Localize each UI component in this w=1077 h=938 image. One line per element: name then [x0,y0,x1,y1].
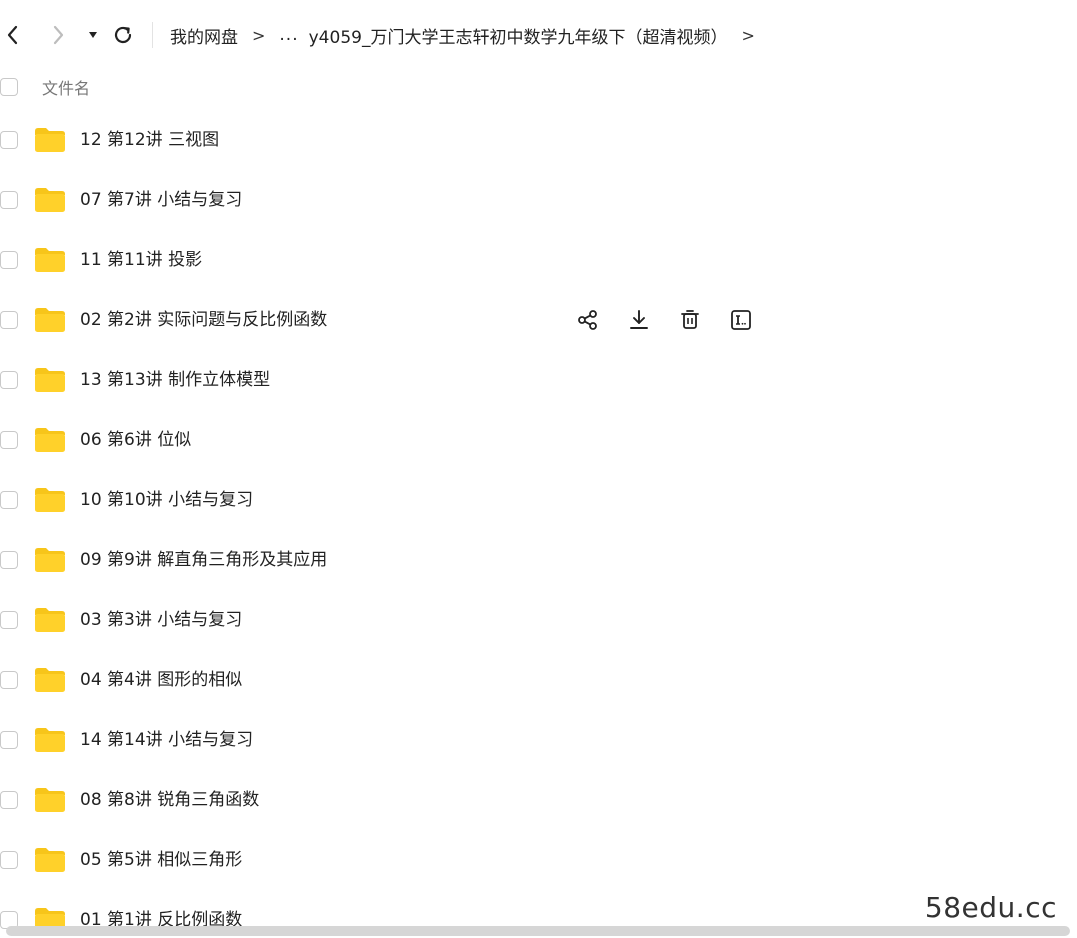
folder-icon [35,368,65,392]
folder-icon-wrapper [34,247,66,273]
row-checkbox[interactable] [0,611,18,629]
file-name[interactable]: 10 第10讲 小结与复习 [80,470,253,530]
folder-icon [35,308,65,332]
file-row[interactable]: 05 第5讲 相似三角形 [0,830,1000,890]
list-header: 文件名 [0,70,1077,104]
watermark: 58edu.cc [922,891,1059,924]
chevron-left-icon [7,25,18,45]
folder-icon [35,188,65,212]
rename-button[interactable] [727,306,755,334]
file-row[interactable]: 08 第8讲 锐角三角函数 [0,770,1000,830]
breadcrumb-ellipsis[interactable]: ... [279,25,298,45]
toolbar-divider [152,22,153,48]
folder-icon-wrapper [34,127,66,153]
row-checkbox[interactable] [0,791,18,809]
folder-icon-wrapper [34,787,66,813]
rename-icon [731,310,751,330]
row-checkbox[interactable] [0,431,18,449]
select-all-checkbox[interactable] [0,78,18,96]
share-button[interactable] [574,306,602,334]
file-name[interactable]: 04 第4讲 图形的相似 [80,650,242,710]
file-name[interactable]: 09 第9讲 解直角三角形及其应用 [80,530,327,590]
file-row[interactable]: 07 第7讲 小结与复习 [0,170,1000,230]
folder-icon-wrapper [34,547,66,573]
row-checkbox[interactable] [0,731,18,749]
folder-icon-wrapper [34,727,66,753]
file-name[interactable]: 12 第12讲 三视图 [80,110,219,170]
file-row[interactable]: 09 第9讲 解直角三角形及其应用 [0,530,1000,590]
breadcrumb-trailing-separator[interactable]: > [741,26,754,45]
file-browser-window: 我的网盘 > ... y4059_万门大学王志轩初中数学九年级下（超清视频） >… [0,0,1077,938]
file-name[interactable]: 05 第5讲 相似三角形 [80,830,242,890]
row-checkbox[interactable] [0,131,18,149]
folder-icon-wrapper [34,187,66,213]
file-name[interactable]: 02 第2讲 实际问题与反比例函数 [80,290,327,350]
folder-icon-wrapper [34,367,66,393]
toolbar: 我的网盘 > ... y4059_万门大学王志轩初中数学九年级下（超清视频） > [0,0,1077,70]
file-row[interactable]: 14 第14讲 小结与复习 [0,710,1000,770]
folder-icon [35,488,65,512]
row-checkbox[interactable] [0,311,18,329]
folder-icon [35,608,65,632]
file-row[interactable]: 03 第3讲 小结与复习 [0,590,1000,650]
file-row[interactable]: 13 第13讲 制作立体模型 [0,350,1000,410]
folder-icon-wrapper [34,427,66,453]
folder-icon-wrapper [34,307,66,333]
chevron-right-icon [53,25,64,45]
file-row[interactable]: 10 第10讲 小结与复习 [0,470,1000,530]
folder-icon-wrapper [34,607,66,633]
delete-button[interactable] [676,306,704,334]
folder-icon [35,848,65,872]
row-actions [574,307,778,333]
history-dropdown-button[interactable] [80,22,106,48]
folder-icon [35,788,65,812]
delete-icon [681,310,699,329]
file-name[interactable]: 03 第3讲 小结与复习 [80,590,242,650]
file-name[interactable]: 08 第8讲 锐角三角函数 [80,770,259,830]
folder-icon-wrapper [34,847,66,873]
folder-icon [35,428,65,452]
folder-icon [35,548,65,572]
breadcrumb: 我的网盘 > ... y4059_万门大学王志轩初中数学九年级下（超清视频） > [170,22,769,48]
row-checkbox[interactable] [0,491,18,509]
back-button[interactable] [0,22,26,48]
refresh-button[interactable] [110,22,136,48]
folder-icon [35,728,65,752]
caret-down-icon [89,32,97,38]
file-row[interactable]: 06 第6讲 位似 [0,410,1000,470]
folder-icon-wrapper [34,667,66,693]
file-name[interactable]: 06 第6讲 位似 [80,410,191,470]
row-checkbox[interactable] [0,851,18,869]
breadcrumb-separator: > [252,25,266,45]
forward-button[interactable] [45,22,71,48]
folder-icon [35,248,65,272]
horizontal-scrollbar[interactable] [6,926,1070,936]
breadcrumb-root[interactable]: 我的网盘 [170,23,238,48]
row-checkbox[interactable] [0,671,18,689]
breadcrumb-current-folder[interactable]: y4059_万门大学王志轩初中数学九年级下（超清视频） [309,23,728,48]
row-checkbox[interactable] [0,551,18,569]
folder-icon [35,668,65,692]
folder-icon [35,128,65,152]
download-icon [630,310,648,329]
file-row[interactable]: 04 第4讲 图形的相似 [0,650,1000,710]
file-name[interactable]: 11 第11讲 投影 [80,230,202,290]
file-row[interactable]: 12 第12讲 三视图 [0,110,1000,170]
download-button[interactable] [625,306,653,334]
file-row[interactable]: 02 第2讲 实际问题与反比例函数 [0,290,1000,350]
column-header-filename[interactable]: 文件名 [42,75,90,99]
file-row[interactable]: 11 第11讲 投影 [0,230,1000,290]
folder-icon-wrapper [34,487,66,513]
file-name[interactable]: 13 第13讲 制作立体模型 [80,350,270,410]
row-checkbox[interactable] [0,251,18,269]
row-checkbox[interactable] [0,371,18,389]
refresh-icon [114,26,132,44]
file-name[interactable]: 07 第7讲 小结与复习 [80,170,242,230]
share-icon [578,310,597,330]
file-name[interactable]: 14 第14讲 小结与复习 [80,710,253,770]
row-checkbox[interactable] [0,191,18,209]
